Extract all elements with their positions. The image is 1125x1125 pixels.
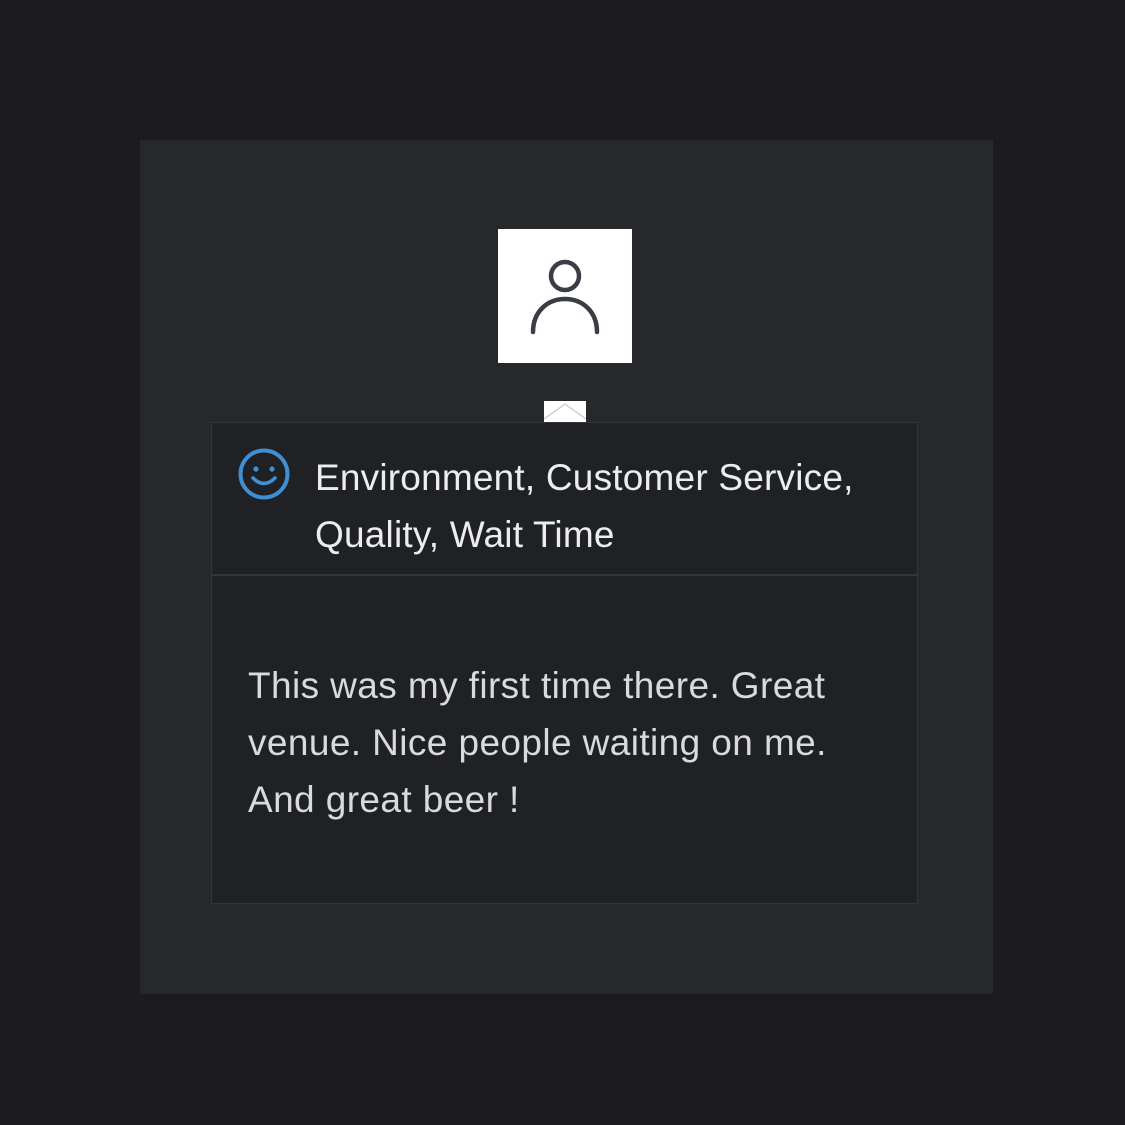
tooltip-caret [544,401,586,423]
smiley-face-icon [238,448,290,500]
review-card: Environment, Customer Service, Quality, … [211,422,918,904]
review-card-header: Environment, Customer Service, Quality, … [212,423,917,576]
review-text: This was my first time there. Great venu… [248,665,827,820]
review-tags: Environment, Customer Service, Quality, … [315,457,854,555]
avatar[interactable] [498,229,632,363]
user-icon [530,259,600,335]
